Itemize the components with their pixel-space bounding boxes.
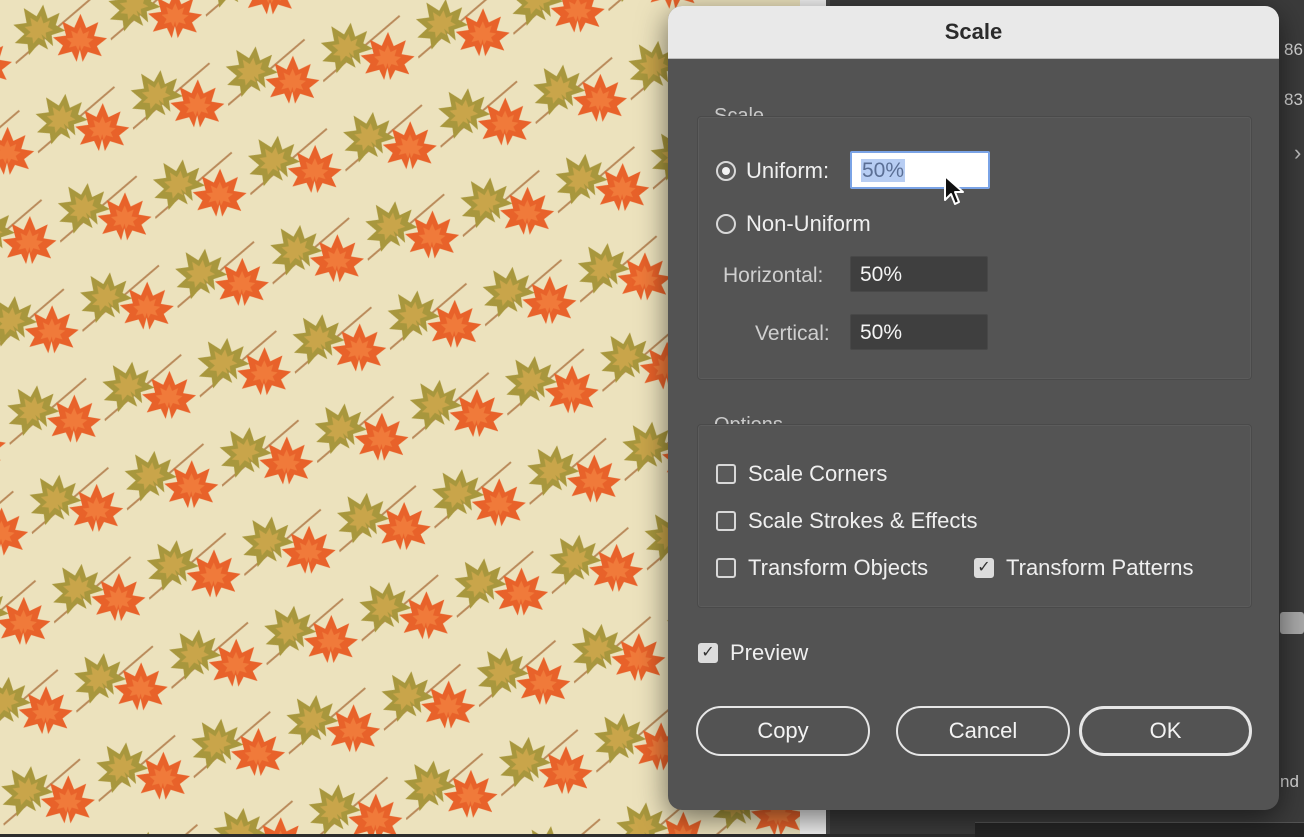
horizontal-label: Horizontal: xyxy=(723,264,824,287)
scale-dialog: Scale Scale Uniform: 50% Non-Uniform Hor… xyxy=(668,6,1279,810)
panel-field xyxy=(975,822,1304,837)
panel-value-fragment: 86 xyxy=(1284,40,1303,59)
transform-objects-checkbox[interactable] xyxy=(716,558,736,578)
transform-patterns-label: Transform Patterns xyxy=(1006,555,1194,580)
transform-objects-option[interactable]: Transform Objects xyxy=(716,555,928,581)
scale-strokes-label: Scale Strokes & Effects xyxy=(748,508,978,533)
panel-chevron-icon: › xyxy=(1294,140,1302,165)
non-uniform-label: Non-Uniform xyxy=(746,211,871,236)
uniform-label: Uniform: xyxy=(746,158,830,183)
non-uniform-option[interactable]: Non-Uniform xyxy=(716,211,871,237)
scale-strokes-option[interactable]: Scale Strokes & Effects xyxy=(716,508,977,534)
uniform-input[interactable]: 50% xyxy=(850,151,990,189)
dialog-title: Scale xyxy=(668,6,1279,59)
vertical-input[interactable]: 50% xyxy=(850,314,988,350)
preview-option[interactable]: ✓ Preview xyxy=(698,640,808,666)
uniform-value: 50% xyxy=(861,159,906,182)
transform-patterns-checkbox[interactable]: ✓ xyxy=(974,558,994,578)
vertical-label: Vertical: xyxy=(755,322,830,345)
mouse-cursor-icon xyxy=(944,175,964,205)
uniform-option[interactable]: Uniform: xyxy=(716,158,829,184)
transform-patterns-option[interactable]: ✓ Transform Patterns xyxy=(974,555,1193,581)
panel-value-fragment: 83 xyxy=(1284,90,1303,109)
horizontal-input[interactable]: 50% xyxy=(850,256,988,292)
transform-objects-label: Transform Objects xyxy=(748,555,929,580)
cancel-button[interactable]: Cancel xyxy=(896,706,1070,756)
panel-slider-handle xyxy=(1280,612,1304,634)
preview-label: Preview xyxy=(730,640,809,665)
panel-label-fragment: nd xyxy=(1280,772,1299,791)
scale-corners-label: Scale Corners xyxy=(748,461,888,486)
uniform-radio[interactable] xyxy=(716,161,736,181)
scale-corners-checkbox[interactable] xyxy=(716,464,736,484)
preview-checkbox[interactable]: ✓ xyxy=(698,643,718,663)
ok-button[interactable]: OK xyxy=(1079,706,1252,756)
scale-strokes-checkbox[interactable] xyxy=(716,511,736,531)
non-uniform-radio[interactable] xyxy=(716,214,736,234)
copy-button[interactable]: Copy xyxy=(696,706,870,756)
scale-corners-option[interactable]: Scale Corners xyxy=(716,461,887,487)
